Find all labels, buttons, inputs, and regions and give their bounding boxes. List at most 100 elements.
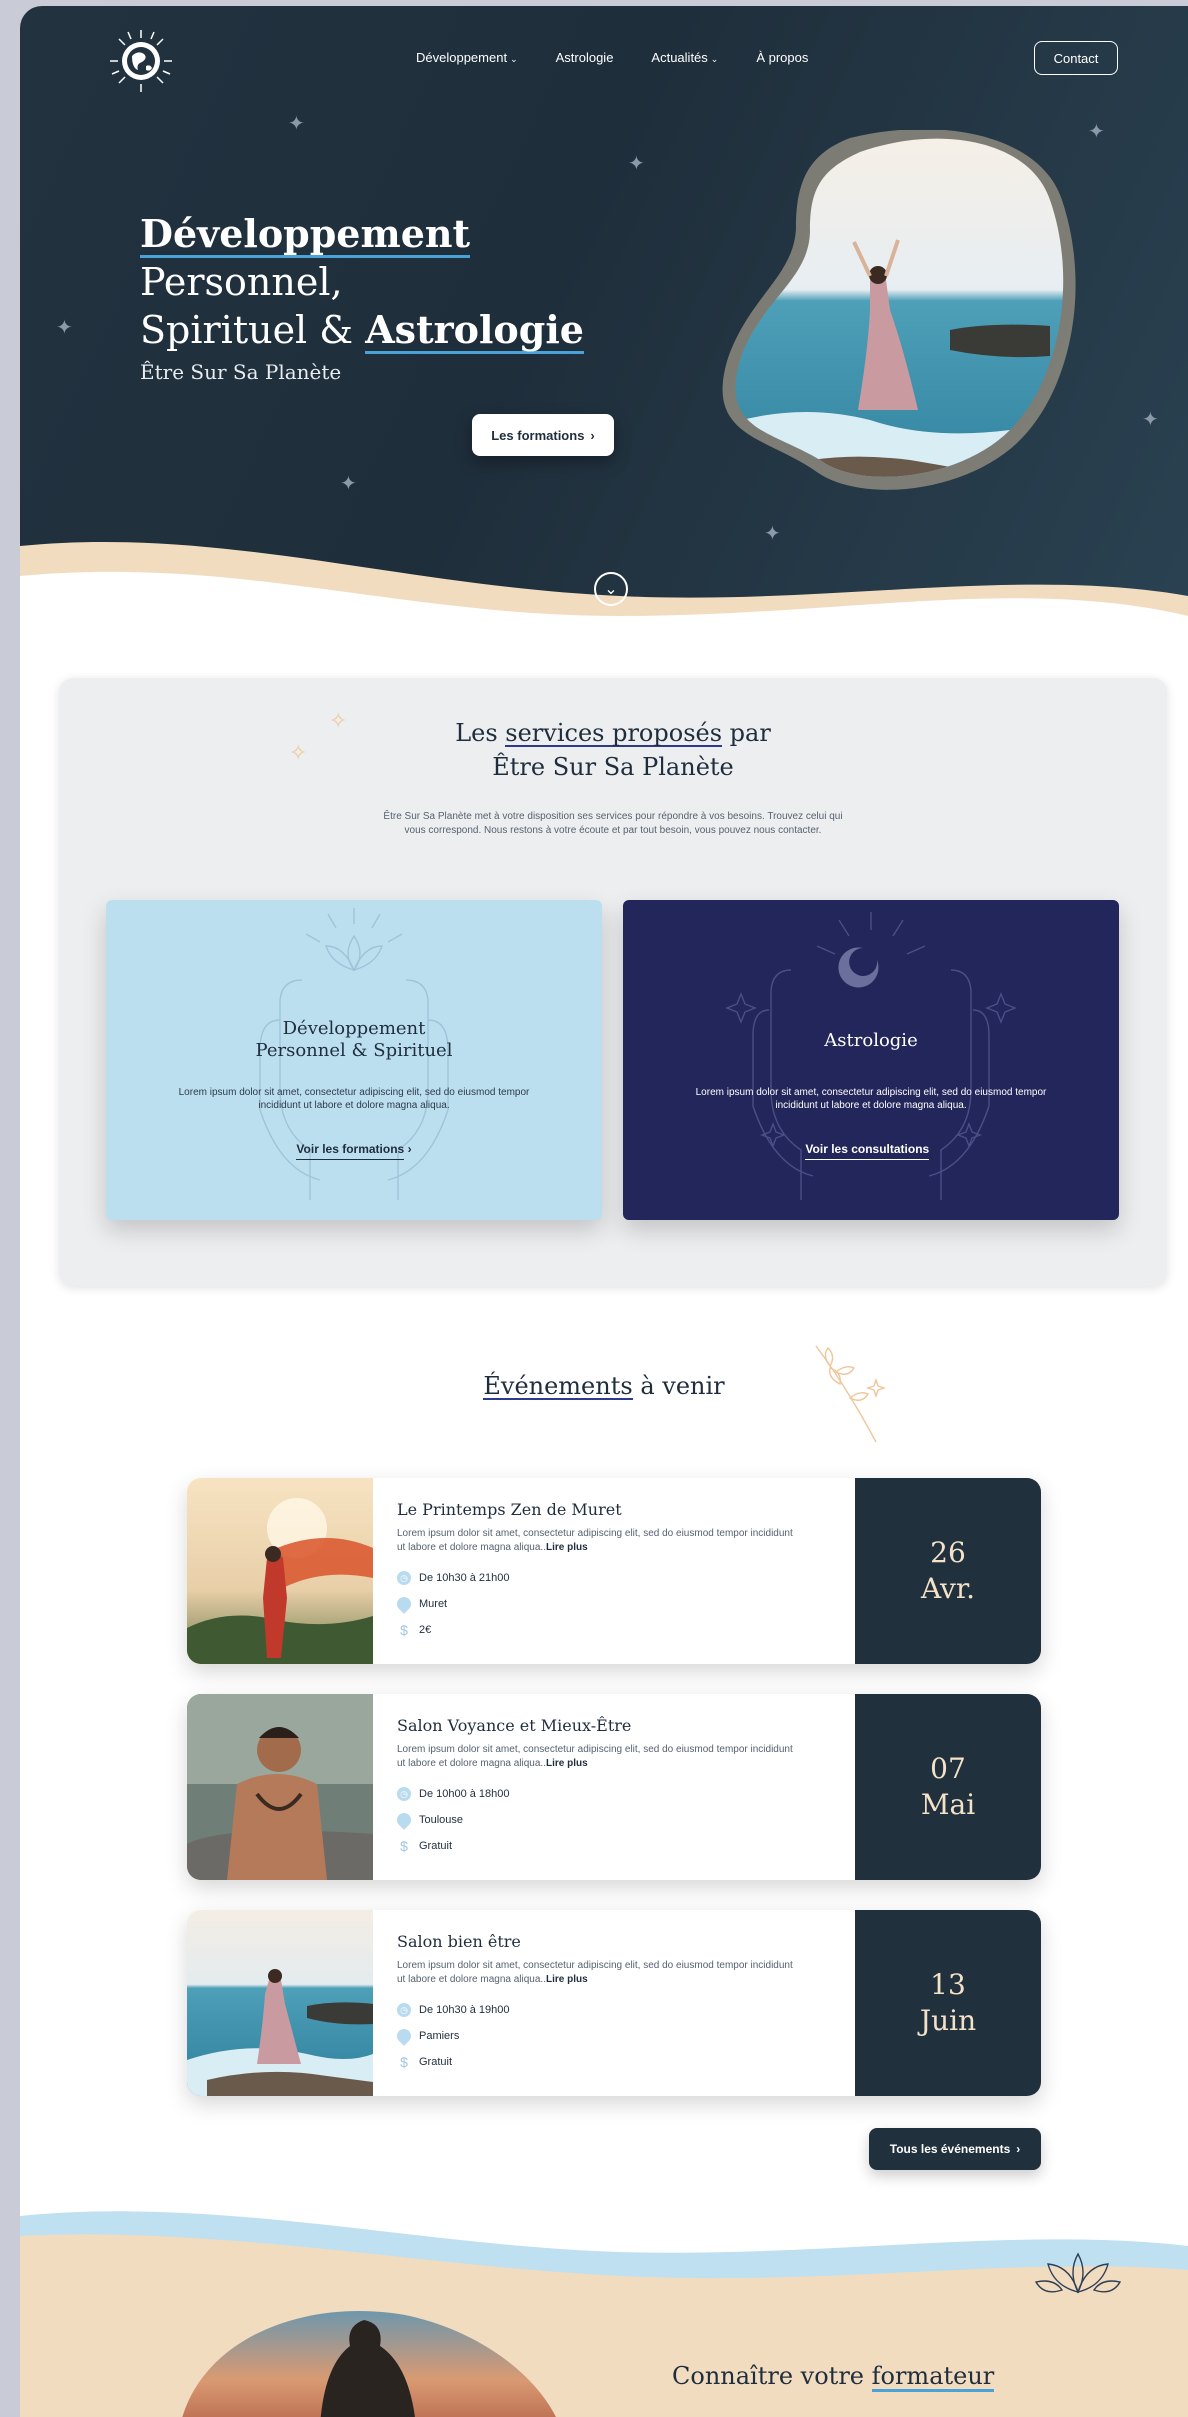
event-place-text: Pamiers [419, 2030, 460, 2042]
hero-title-part: Personnel, [140, 260, 343, 304]
services-title-line2: Être Sur Sa Planète [492, 753, 734, 781]
event-hours: ◷ De 10h30 à 19h00 [397, 1997, 797, 2023]
card-title: Astrologie [824, 1030, 918, 1051]
card-title: Développement Personnel & Spirituel [106, 1018, 602, 1062]
hero-title-part: Spirituel & [140, 308, 366, 352]
event-photo [187, 1478, 373, 1664]
event-place-text: Toulouse [419, 1814, 464, 1826]
event-price-text: 2€ [419, 1624, 432, 1636]
dollar-icon: $ [400, 1838, 408, 1854]
chevron-down-icon: ⌄ [710, 54, 719, 64]
events-title: Événements à venir [20, 1372, 1188, 1400]
services-description: Être Sur Sa Planète met à votre disposit… [383, 811, 843, 836]
event-price: $ Gratuit [397, 2049, 797, 2075]
event-description: Lorem ipsum dolor sit amet, consectetur … [397, 1528, 793, 1553]
chevron-down-icon: ⌄ [604, 581, 618, 598]
read-more-link[interactable]: Lire plus [546, 1974, 588, 1985]
services-title-part: par [722, 719, 771, 747]
event-place-text: Muret [419, 1598, 448, 1610]
event-card[interactable]: Le Printemps Zen de Muret Lorem ipsum do… [187, 1478, 1041, 1664]
branch-icon [815, 1345, 887, 1443]
event-body: Le Printemps Zen de Muret Lorem ipsum do… [394, 1500, 797, 1643]
trainer-title: Connaître votre formateur [672, 2362, 995, 2392]
scroll-down-button[interactable]: ⌄ [594, 572, 628, 606]
formations-button-label: Les formations [491, 427, 585, 443]
nav-label: Développement [416, 50, 508, 65]
clock-icon: ◷ [397, 1571, 411, 1585]
card-title-line: Personnel & Spirituel [255, 1040, 453, 1061]
event-day: 26 [930, 1536, 966, 1569]
location-pin-icon [394, 1594, 414, 1614]
event-price-text: Gratuit [419, 2056, 453, 2068]
event-photo [187, 1910, 373, 2096]
nav-item-a-propos[interactable]: À propos [756, 50, 808, 65]
services-title-part: Les [455, 719, 506, 747]
chevron-right-icon: › [929, 1142, 937, 1156]
event-photo [187, 1694, 373, 1880]
card-title-line: Développement [282, 1018, 426, 1039]
event-place: Pamiers [394, 2023, 797, 2049]
event-hours: ◷ De 10h30 à 21h00 [397, 1565, 797, 1591]
event-date: 26 Avr. [855, 1478, 1041, 1664]
event-card[interactable]: Salon bien être Lorem ipsum dolor sit am… [187, 1910, 1041, 2096]
sparkle-icon: ✦ [1142, 409, 1159, 431]
events-title-part: à venir [632, 1372, 725, 1400]
event-month: Juin [919, 2004, 977, 2037]
event-day: 07 [930, 1752, 966, 1785]
voir-formations-link[interactable]: Voir les formations › [106, 1142, 602, 1160]
services-title-highlight: services proposés [505, 719, 723, 747]
dollar-icon: $ [400, 1622, 408, 1638]
clock-icon: ◷ [397, 1787, 411, 1801]
hero-title: Développement Personnel, Spirituel & Ast… [140, 210, 660, 354]
hands-moon-illustration [725, 912, 1017, 1200]
card-text: Lorem ipsum dolor sit amet, consectetur … [695, 1087, 1047, 1111]
hero-section: ✦ ✦ ✦ ✦ ✦ ✦ ✦ Développement ⌄ Astrologie … [20, 6, 1188, 676]
all-events-button[interactable]: Tous les événements › [869, 2128, 1041, 2170]
nav-item-actualites[interactable]: Actualités ⌄ [651, 50, 718, 65]
sparkle-icon: ✦ [288, 113, 305, 135]
chevron-right-icon: › [404, 1142, 412, 1156]
event-card[interactable]: Salon Voyance et Mieux-Être Lorem ipsum … [187, 1694, 1041, 1880]
event-price: $2€ [397, 1617, 797, 1643]
event-price-text: Gratuit [419, 1840, 453, 1852]
location-pin-icon [394, 1810, 414, 1830]
event-day: 13 [930, 1968, 966, 2001]
page: ✦ ✦ ✦ ✦ ✦ ✦ ✦ Développement ⌄ Astrologie … [20, 6, 1188, 2417]
event-month: Mai [920, 1788, 976, 1821]
event-date: 13 Juin [855, 1910, 1041, 2096]
hero-title-bold-2: Astrologie [365, 307, 584, 354]
service-card-developpement[interactable]: Développement Personnel & Spirituel Lorem… [106, 900, 602, 1220]
chevron-right-icon: › [590, 427, 595, 443]
event-body: Salon Voyance et Mieux-Être Lorem ipsum … [394, 1716, 797, 1859]
logo-icon[interactable] [108, 28, 174, 94]
nav-label: À propos [756, 50, 809, 65]
chevron-right-icon: › [1016, 2142, 1021, 2156]
services-section: ✧ ✧ Les services proposés par Être Sur S… [59, 678, 1167, 1286]
event-place: Muret [394, 1591, 797, 1617]
read-more-link[interactable]: Lire plus [546, 1758, 588, 1769]
card-text: Lorem ipsum dolor sit amet, consectetur … [178, 1087, 530, 1111]
formations-button[interactable]: Les formations › [472, 414, 614, 456]
card-link-label: Voir les consultations [805, 1142, 930, 1160]
contact-button[interactable]: Contact [1034, 41, 1118, 75]
event-name: Salon bien être [397, 1932, 521, 1951]
event-description: Lorem ipsum dolor sit amet, consectetur … [397, 1960, 793, 1985]
events-title-highlight: Événements [483, 1372, 633, 1400]
card-link-label: Voir les formations [296, 1142, 405, 1160]
nav-item-astrologie[interactable]: Astrologie [556, 50, 614, 65]
event-place: Toulouse [394, 1807, 797, 1833]
chevron-down-icon: ⌄ [510, 54, 518, 64]
nav-item-developpement[interactable]: Développement ⌄ [416, 50, 518, 65]
event-name: Le Printemps Zen de Muret [397, 1500, 622, 1519]
voir-consultations-link[interactable]: Voir les consultations › [623, 1142, 1119, 1160]
read-more-link[interactable]: Lire plus [546, 1542, 588, 1553]
sparkle-icon: ✦ [340, 473, 357, 495]
event-description: Lorem ipsum dolor sit amet, consectetur … [397, 1744, 793, 1769]
service-card-astrologie[interactable]: Astrologie Lorem ipsum dolor sit amet, c… [623, 900, 1119, 1220]
dollar-icon: $ [400, 2054, 408, 2070]
trainer-title-part: Connaître votre [672, 2362, 872, 2390]
event-body: Salon bien être Lorem ipsum dolor sit am… [394, 1932, 797, 2075]
all-events-label: Tous les événements [889, 2142, 1011, 2156]
hero-subtitle: Être Sur Sa Planète [140, 360, 342, 384]
event-price: $ Gratuit [397, 1833, 797, 1859]
